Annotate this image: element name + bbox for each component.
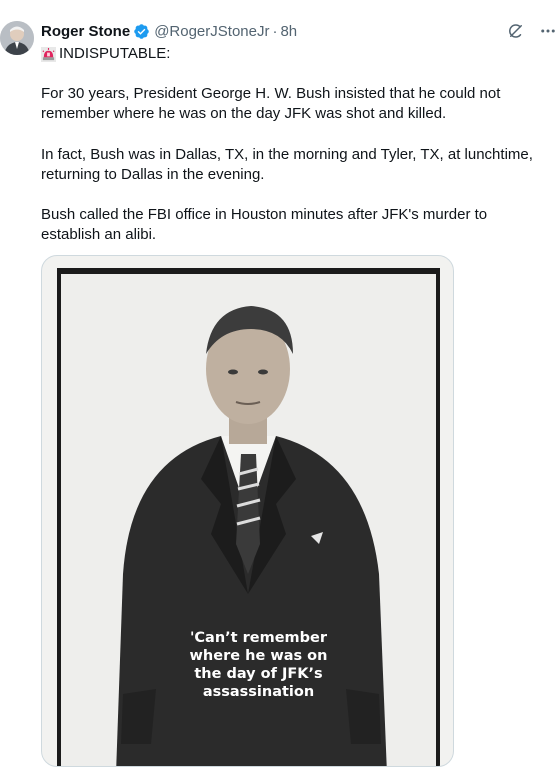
tweet-headline: INDISPUTABLE: xyxy=(41,44,546,64)
tweet-header: Roger Stone @RogerJStoneJr · 8h xyxy=(41,21,297,41)
caption-line: where he was on xyxy=(189,648,328,664)
separator-dot: · xyxy=(272,22,278,40)
avatar-image xyxy=(0,21,34,55)
grok-icon[interactable] xyxy=(507,22,525,40)
tweet-paragraph: For 30 years, President George H. W. Bus… xyxy=(41,85,501,122)
tweet-media[interactable]: 'Can’t remember where he was on the day … xyxy=(41,255,454,767)
caption-line: 'Can’t remember xyxy=(189,630,328,646)
more-options-icon[interactable] xyxy=(539,22,557,40)
tweet-paragraph: In fact, Bush was in Dallas, TX, in the … xyxy=(41,146,533,183)
caption-line: assassination xyxy=(202,684,315,700)
tweet-timestamp[interactable]: 8h xyxy=(280,23,297,40)
photo-frame: 'Can’t remember where he was on the day … xyxy=(57,268,440,766)
caption-line: the day of JFK’s xyxy=(194,666,323,682)
image-caption: 'Can’t remember where he was on the day … xyxy=(171,629,346,701)
author-handle[interactable]: @RogerJStoneJr xyxy=(154,23,269,40)
tweet-paragraph: Bush called the FBI office in Houston mi… xyxy=(41,206,488,243)
author-name[interactable]: Roger Stone xyxy=(41,23,130,40)
headline-text: INDISPUTABLE: xyxy=(59,45,171,62)
photo: 'Can’t remember where he was on the day … xyxy=(61,274,436,766)
author-avatar[interactable] xyxy=(0,21,34,55)
rotating-light-emoji xyxy=(41,46,56,62)
tweet-actions xyxy=(507,22,557,40)
verified-badge-icon[interactable] xyxy=(133,23,150,40)
